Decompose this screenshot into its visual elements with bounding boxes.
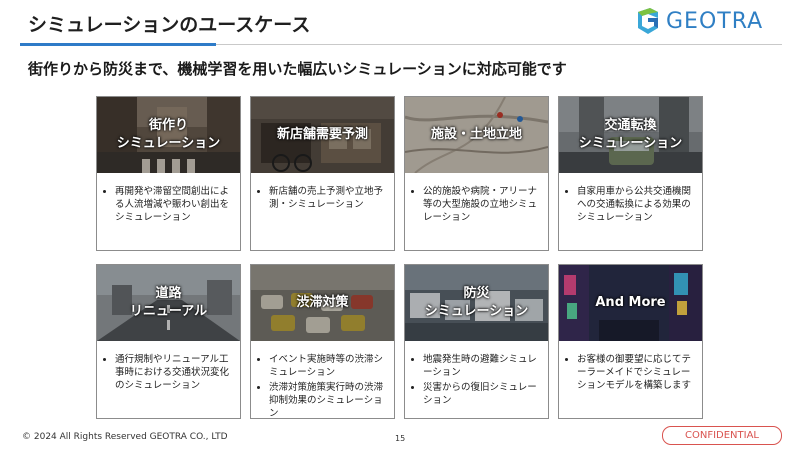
town-street-photo: 街作り シミュレーション bbox=[97, 97, 240, 173]
card-bullet: お客様の御要望に応じてテーラーメイドでシミュレーションモデルを構築します bbox=[577, 353, 697, 392]
card-bullet: 地震発生時の避難シミュレーション bbox=[423, 353, 543, 379]
card-description: 公的施設や病院・アリーナ等の大型施設の立地シミュレーション bbox=[411, 185, 543, 226]
confidential-badge: CONFIDENTIAL bbox=[662, 426, 782, 445]
card-label: 渋滞対策 bbox=[296, 295, 349, 310]
card-bullet: 再開発や滞留空間創出による人流増減や賑わい創出をシミュレーション bbox=[115, 185, 235, 224]
usecase-card-store-demand: 新店舗需要予測 新店舗の売上予測や立地予測・シミュレーション bbox=[250, 96, 395, 251]
card-bullet: イベント実施時等の渋滞シミュレーション bbox=[269, 353, 389, 379]
card-description: イベント実施時等の渋滞シミュレーション 渋滞対策施策実行時の渋滞抑制効果のシミュ… bbox=[257, 353, 389, 422]
card-label: 街作り シミュレーション bbox=[116, 118, 221, 151]
card-label: 施設・土地立地 bbox=[430, 127, 522, 142]
page-title: シミュレーションのユースケース bbox=[28, 14, 311, 36]
card-description: 自家用車から公共交通機関への交通転換による効果のシミュレーション bbox=[565, 185, 697, 226]
geotra-logo-icon bbox=[638, 8, 658, 34]
traffic-jam-photo: 渋滞対策 bbox=[251, 265, 394, 341]
card-bullet: 自家用車から公共交通機関への交通転換による効果のシミュレーション bbox=[577, 185, 697, 224]
logo-text: GEOTRA bbox=[666, 8, 764, 34]
page-number: 15 bbox=[395, 434, 406, 443]
tram-street-photo: 交通転換 シミュレーション bbox=[559, 97, 702, 173]
title-divider-accent bbox=[20, 43, 216, 46]
card-label: And More bbox=[595, 295, 666, 310]
card-label: 交通転換 シミュレーション bbox=[578, 118, 683, 151]
map-photo: 施設・土地立地 bbox=[405, 97, 548, 173]
page-subtitle: 街作りから防災まで、機械学習を用いた幅広いシミュレーションに対応可能です bbox=[28, 60, 567, 78]
card-description: 通行規制やリニューアル工事時における交通状況変化のシミュレーション bbox=[103, 353, 235, 394]
snowy-city-photo: 防災 シミュレーション bbox=[405, 265, 548, 341]
card-description: 地震発生時の避難シミュレーション 災害からの復旧シミュレーション bbox=[411, 353, 543, 409]
card-label: 新店舗需要予測 bbox=[276, 127, 368, 142]
usecase-card-disaster: 防災 シミュレーション 地震発生時の避難シミュレーション 災害からの復旧シミュレ… bbox=[404, 264, 549, 419]
card-bullet: 通行規制やリニューアル工事時における交通状況変化のシミュレーション bbox=[115, 353, 235, 392]
card-bullet: 渋滞対策施策実行時の渋滞抑制効果のシミュレーション bbox=[269, 381, 389, 420]
usecase-card-road-renewal: 道路 リニューアル 通行規制やリニューアル工事時における交通状況変化のシミュレー… bbox=[96, 264, 241, 419]
card-bullet: 新店舗の売上予測や立地予測・シミュレーション bbox=[269, 185, 389, 211]
usecase-card-facility-siting: 施設・土地立地 公的施設や病院・アリーナ等の大型施設の立地シミュレーション bbox=[404, 96, 549, 251]
storefront-photo: 新店舗需要予測 bbox=[251, 97, 394, 173]
card-description: 再開発や滞留空間創出による人流増減や賑わい創出をシミュレーション bbox=[103, 185, 235, 226]
usecase-card-and-more: And More お客様の御要望に応じてテーラーメイドでシミュレーションモデルを… bbox=[558, 264, 703, 419]
card-description: お客様の御要望に応じてテーラーメイドでシミュレーションモデルを構築します bbox=[565, 353, 697, 394]
usecase-card-transport-shift: 交通転換 シミュレーション 自家用車から公共交通機関への交通転換による効果のシミ… bbox=[558, 96, 703, 251]
usecase-card-congestion: 渋滞対策 イベント実施時等の渋滞シミュレーション 渋滞対策施策実行時の渋滞抑制効… bbox=[250, 264, 395, 419]
card-bullet: 災害からの復旧シミュレーション bbox=[423, 381, 543, 407]
geotra-logo: GEOTRA bbox=[636, 6, 763, 36]
card-label: 道路 リニューアル bbox=[129, 286, 208, 319]
usecase-card-town-planning: 街作り シミュレーション 再開発や滞留空間創出による人流増減や賑わい創出をシミュ… bbox=[96, 96, 241, 251]
copyright-text: © 2024 All Rights Reserved GEOTRA CO., L… bbox=[22, 432, 228, 442]
card-bullet: 公的施設や病院・アリーナ等の大型施設の立地シミュレーション bbox=[423, 185, 543, 224]
neon-city-photo: And More bbox=[559, 265, 702, 341]
road-photo: 道路 リニューアル bbox=[97, 265, 240, 341]
card-label: 防災 シミュレーション bbox=[424, 286, 529, 319]
card-description: 新店舗の売上予測や立地予測・シミュレーション bbox=[257, 185, 389, 213]
